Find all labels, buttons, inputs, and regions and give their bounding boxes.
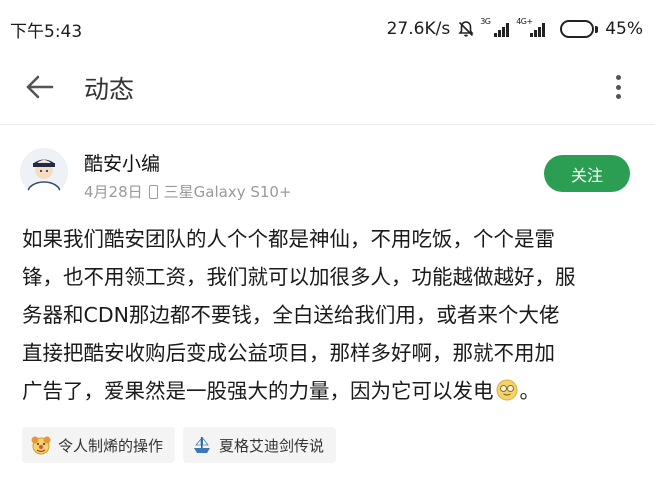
mute-bell-icon (458, 21, 474, 37)
page-title: 动态 (84, 75, 135, 104)
topic-tags: 令人制烯的操作 夏格艾迪剑传说 (22, 427, 337, 463)
post-text-line: 务器和CDN那边都不要钱，全白送给我们用，或者来个大佬 (22, 303, 560, 327)
post-date: 4月28日 (84, 183, 143, 201)
status-indicators: 27.6K/s 3G 4G+ 45% (386, 17, 643, 39)
more-vertical-icon[interactable] (606, 71, 630, 103)
post-text-line: 锋，也不用领工资，我们就可以加很多人，功能越做越好，服 (22, 265, 576, 289)
topic-tag-label: 令人制烯的操作 (58, 436, 164, 455)
network-speed: 27.6K/s (386, 19, 451, 39)
header-divider (0, 124, 655, 125)
sim1-net-type: 3G (480, 17, 491, 26)
nerd-face-emoji-icon (496, 379, 517, 401)
post-text-line: 直接把酷安收购后变成公益项目，那样多好啊，那就不用加 (22, 341, 555, 365)
post-text-line: 如果我们酷安团队的人个个都是神仙，不用吃饭，个个是雷 (22, 227, 555, 251)
app-bar: 动态 (0, 58, 655, 116)
status-bar: 下午5:43 27.6K/s 3G 4G+ 45% (0, 0, 655, 58)
status-time: 下午5:43 (10, 21, 83, 42)
post-text-line-last: 广告了，爱果然是一股强大的力量，因为它可以发电 。 (22, 372, 637, 410)
post-content: 如果我们酷安团队的人个个都是神仙，不用吃饭，个个是雷 锋，也不用领工资，我们就可… (22, 220, 637, 410)
sim2-net-type: 4G+ (516, 17, 533, 26)
ship-icon (194, 436, 211, 453)
battery-percent: 45% (605, 19, 643, 39)
topic-tag-label: 夏格艾迪剑传说 (219, 436, 325, 455)
signal-sim2-icon: 4G+ (516, 17, 546, 37)
post-meta: 4月28日 三星Galaxy S10+ (84, 181, 292, 202)
follow-button[interactable]: 关注 (544, 155, 630, 192)
clown-emoji-icon (31, 436, 51, 455)
battery-icon (560, 20, 599, 38)
post-text-segment: 。 (519, 379, 541, 403)
topic-tag[interactable]: 令人制烯的操作 (22, 427, 176, 463)
arrow-left-icon[interactable] (24, 72, 56, 102)
avatar[interactable]: T (20, 148, 68, 196)
phone-icon (148, 184, 158, 199)
topic-tag[interactable]: 夏格艾迪剑传说 (183, 427, 337, 463)
author-name[interactable]: 酷安小编 (84, 149, 160, 176)
post-text-segment: 广告了，爱果然是一股强大的力量，因为它可以发电 (22, 379, 494, 403)
avatar-image: T (20, 148, 68, 196)
post-device: 三星Galaxy S10+ (163, 183, 292, 201)
signal-sim1-icon: 3G (480, 17, 510, 37)
